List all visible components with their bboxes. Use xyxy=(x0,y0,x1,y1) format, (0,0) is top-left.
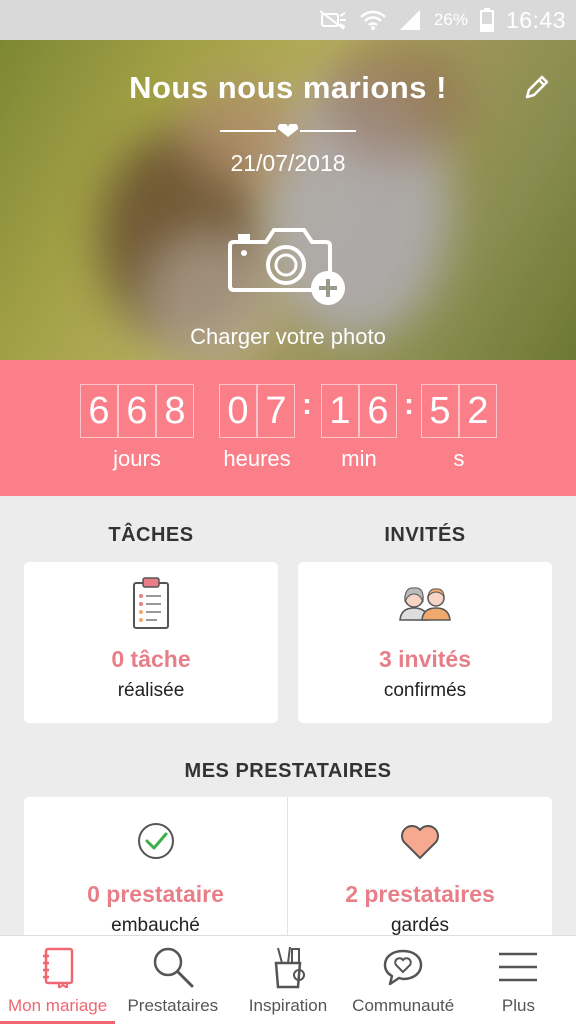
countdown-seconds-digit: 2 xyxy=(459,384,497,438)
nav-plus[interactable]: Plus xyxy=(461,936,576,1024)
edit-icon[interactable] xyxy=(520,70,554,104)
nav-mon-mariage[interactable]: Mon mariage xyxy=(0,936,116,1024)
countdown-minutes-digit: 1 xyxy=(321,384,359,438)
countdown-days-digit: 8 xyxy=(156,384,194,438)
countdown-panel: 6 6 8 0 7 : 1 6 : 5 2 jours heures min s xyxy=(0,360,576,496)
vendors-saved-count: 2 prestataires xyxy=(345,881,495,907)
countdown-hours-label: heures xyxy=(223,446,291,471)
battery-icon xyxy=(479,8,494,32)
bottom-navigation: Mon mariage Prestataires Inspiration Com… xyxy=(0,935,576,1024)
nav-label: Inspiration xyxy=(248,996,328,1015)
clock: 16:43 xyxy=(505,6,566,33)
guests-icon xyxy=(398,584,452,627)
countdown-separator: : xyxy=(404,388,414,421)
vendors-heading: MES PRESTATAIRES xyxy=(184,760,392,782)
countdown-days-digit: 6 xyxy=(118,384,156,438)
heart-divider xyxy=(220,122,356,138)
tasks-card[interactable]: 0 tâche réalisée xyxy=(24,562,278,723)
countdown-hours-digit: 0 xyxy=(219,384,257,438)
notebook-icon xyxy=(41,944,75,990)
vendors-hired[interactable]: 0 prestataire embauché xyxy=(24,797,287,957)
countdown-seconds-digit: 5 xyxy=(421,384,459,438)
battery-percent: 26% xyxy=(433,10,468,29)
vendors-saved-status: gardés xyxy=(390,915,450,936)
guests-count: 3 invités xyxy=(378,646,472,672)
nav-prestataires[interactable]: Prestataires xyxy=(115,936,230,1024)
countdown-days-digit: 6 xyxy=(80,384,118,438)
wedding-date: 21/07/2018 xyxy=(230,150,346,176)
countdown-separator: : xyxy=(302,388,312,421)
nav-label: Prestataires xyxy=(127,996,219,1015)
search-icon xyxy=(151,944,195,990)
hero-banner: Nous nous marions ! 21/07/2018 Charger v… xyxy=(0,40,576,360)
countdown-minutes-label: min xyxy=(341,446,377,471)
camera-add-icon[interactable] xyxy=(226,220,352,312)
vendors-saved[interactable]: 2 prestataires gardés xyxy=(288,797,552,957)
upload-photo-label[interactable]: Charger votre photo xyxy=(0,324,576,350)
vendors-card: 0 prestataire embauché 2 prestataires ga… xyxy=(24,797,552,957)
guests-card[interactable]: 3 invités confirmés xyxy=(298,562,552,723)
nav-label: Plus xyxy=(501,996,535,1015)
heart-icon xyxy=(399,823,441,866)
vendors-hired-count: 0 prestataire xyxy=(87,881,224,907)
signal-icon xyxy=(398,9,422,31)
tasks-heading: TÂCHES xyxy=(108,524,194,546)
menu-icon xyxy=(497,944,539,990)
countdown-seconds-label: s xyxy=(453,446,465,471)
nav-communaute[interactable]: Communauté xyxy=(346,936,461,1024)
check-circle-icon xyxy=(136,821,176,866)
clipboard-icon xyxy=(131,576,171,635)
wifi-icon xyxy=(360,9,386,31)
vendors-hired-status: embauché xyxy=(111,915,200,936)
countdown-days-label: jours xyxy=(113,446,161,471)
nav-inspiration[interactable]: Inspiration xyxy=(230,936,345,1024)
tasks-status: réalisée xyxy=(117,680,185,701)
pencil-cup-icon xyxy=(270,944,306,990)
heart-chat-icon xyxy=(382,944,424,990)
countdown-hours-digit: 7 xyxy=(257,384,295,438)
status-bar: 26% 16:43 xyxy=(0,0,576,40)
tasks-count: 0 tâche xyxy=(111,646,191,672)
nav-label: Mon mariage xyxy=(7,996,108,1015)
nav-label: Communauté xyxy=(352,996,455,1015)
countdown-minutes-digit: 6 xyxy=(359,384,397,438)
mute-icon xyxy=(318,9,348,31)
guests-status: confirmés xyxy=(383,680,467,701)
wedding-title: Nous nous marions ! xyxy=(129,70,447,105)
guests-heading: INVITÉS xyxy=(384,524,466,546)
